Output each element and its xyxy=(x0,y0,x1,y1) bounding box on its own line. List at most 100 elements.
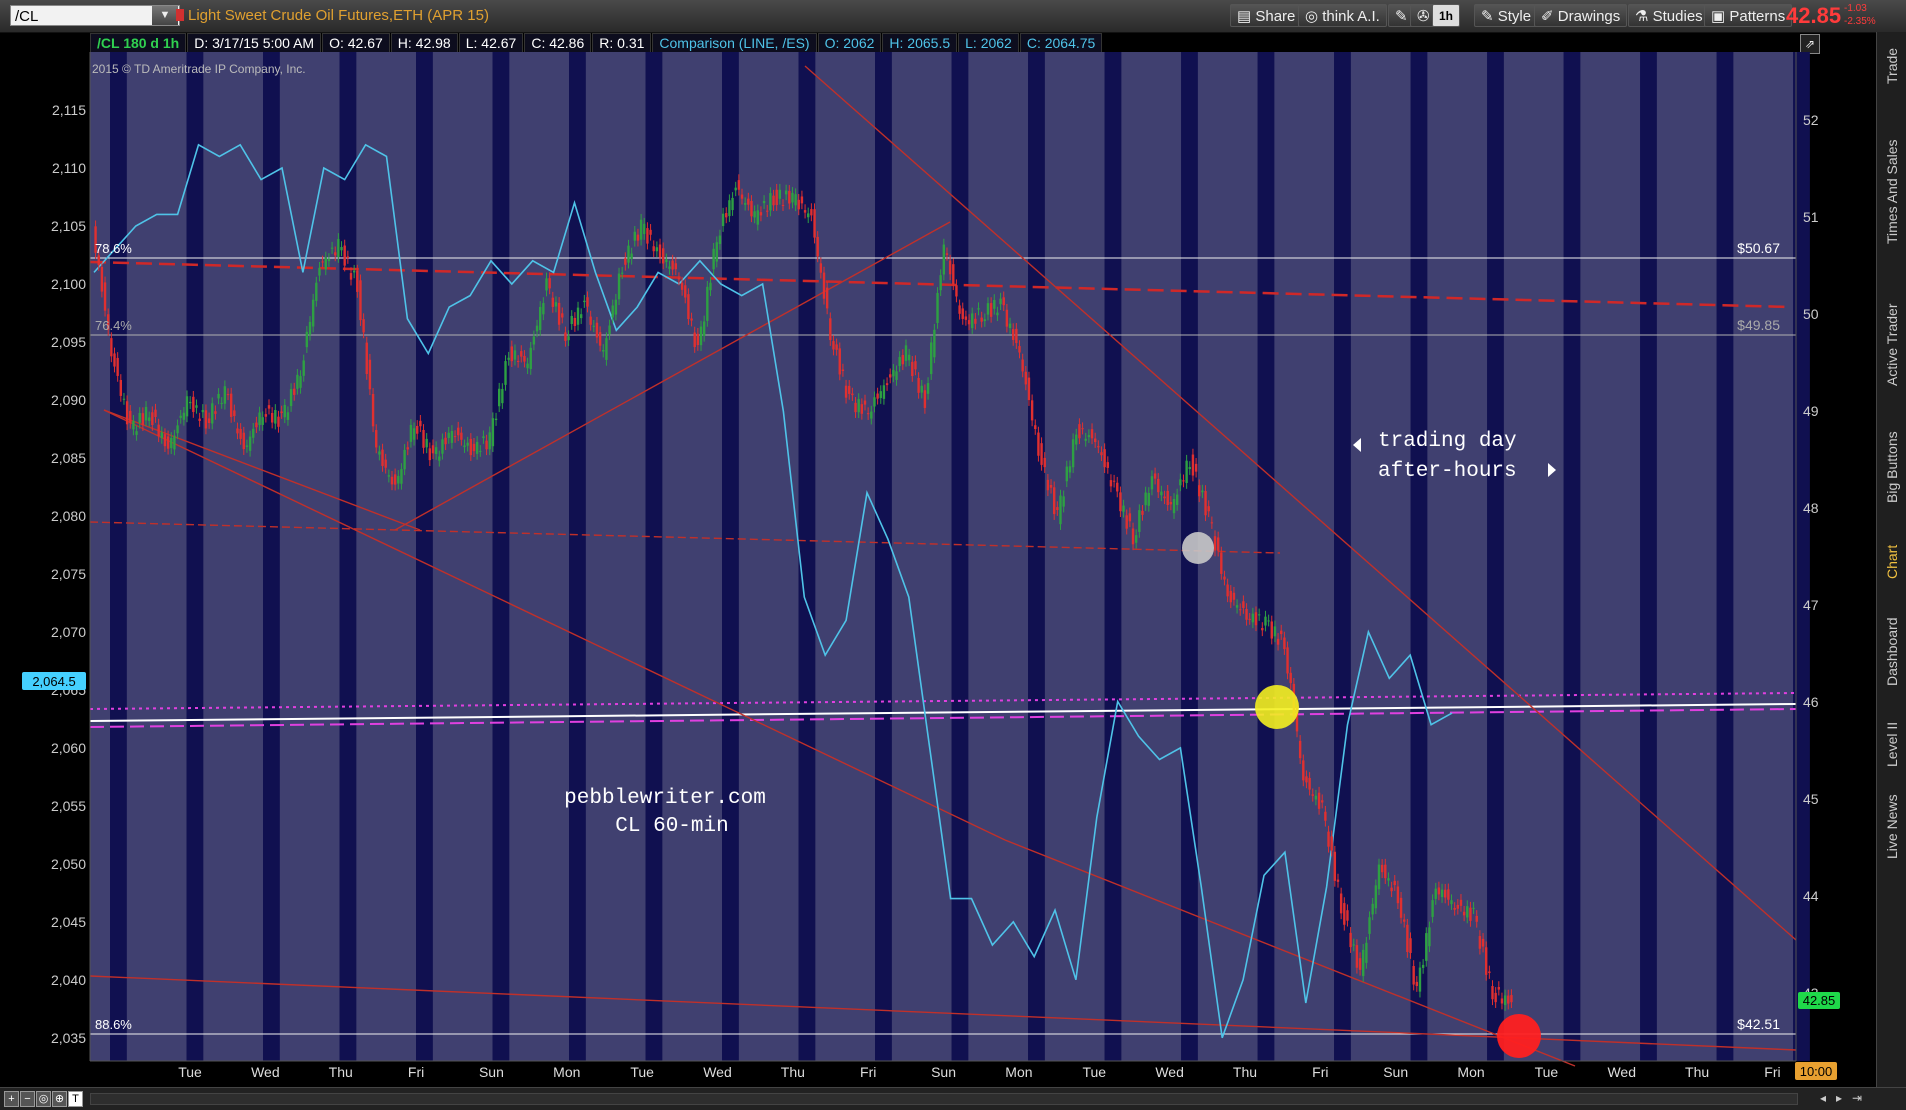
candle-body xyxy=(715,242,718,262)
candle-body xyxy=(567,336,570,341)
after-hours-band xyxy=(263,52,280,1061)
candle-body xyxy=(425,438,428,448)
candle-body xyxy=(356,270,359,292)
tab-times-and-sales[interactable]: Times And Sales xyxy=(1879,112,1905,272)
candle-body xyxy=(147,417,151,421)
candle-body xyxy=(750,200,753,217)
candle-body xyxy=(1147,492,1150,506)
candle-body xyxy=(296,374,299,389)
candle-body xyxy=(188,401,192,404)
tab-live-news[interactable]: Live News xyxy=(1879,787,1905,867)
candle-body xyxy=(545,278,548,291)
candle-body xyxy=(564,332,567,341)
candle-body xyxy=(1478,936,1482,949)
tab-big-buttons[interactable]: Big Buttons xyxy=(1879,412,1905,522)
candle-body xyxy=(384,459,387,468)
chart-id-label[interactable]: /CL 180 d 1h xyxy=(90,33,187,54)
candle-body xyxy=(939,275,942,291)
gray-marker xyxy=(1182,532,1214,564)
session-shading xyxy=(90,52,1810,1061)
candle-body xyxy=(630,253,633,259)
left-price-marker-box xyxy=(22,672,86,690)
candle-body xyxy=(1368,917,1371,934)
candle-body xyxy=(759,212,763,216)
candle-body xyxy=(195,405,198,408)
scroll-left-button[interactable]: ◂ xyxy=(1820,1091,1826,1105)
candle-body xyxy=(1182,480,1185,482)
candle-body xyxy=(204,410,208,429)
zoom-fit-button[interactable]: ◎ xyxy=(36,1091,51,1107)
candle-body xyxy=(252,428,255,438)
after-hours-band xyxy=(186,52,204,1061)
candle-body xyxy=(1160,491,1163,496)
candle-body xyxy=(1005,309,1009,327)
left-tick-label: 2,110 xyxy=(52,160,86,176)
after-hours-band xyxy=(722,52,739,1061)
price-chart[interactable]: 2,115 2,110 2,105 2,100 2,095 2,090 2,085 2,080… xyxy=(0,0,1906,1109)
symbol-dropdown-button[interactable]: ▼ xyxy=(152,6,178,25)
interval-selector[interactable]: 1h xyxy=(1432,4,1461,27)
candle-body xyxy=(258,412,261,426)
candle-body xyxy=(983,319,987,322)
comparison-label[interactable]: Comparison (LINE, /ES) xyxy=(652,33,817,54)
studies-button[interactable]: ⚗ Studies xyxy=(1628,4,1710,27)
candle-body xyxy=(1466,906,1469,918)
candle-body xyxy=(620,272,624,274)
tab-chart[interactable]: Chart xyxy=(1879,534,1905,589)
style-button[interactable]: ✎ Style xyxy=(1474,4,1539,27)
candle-body xyxy=(362,319,365,333)
candle-body xyxy=(280,411,283,414)
candle-body xyxy=(684,285,687,298)
zoom-in-button[interactable]: + xyxy=(4,1091,19,1107)
candle-body xyxy=(242,432,245,450)
left-tick-label: 2,090 xyxy=(51,392,86,408)
style-icon: ✎ xyxy=(1481,8,1498,25)
candle-body xyxy=(680,282,684,290)
candle-body xyxy=(592,325,596,327)
think-ai-button[interactable]: ◎ think A.I. xyxy=(1298,4,1387,27)
candle-body xyxy=(1456,904,1460,909)
candle-body xyxy=(157,424,160,437)
scroll-end-button[interactable]: ⇥ xyxy=(1852,1091,1862,1105)
candle-body xyxy=(460,432,463,440)
candle-body xyxy=(841,369,845,371)
x-tick-label: Tue xyxy=(1082,1064,1106,1080)
candle-body xyxy=(1024,371,1028,385)
chart-settings-button[interactable]: ⇗ xyxy=(1800,34,1820,54)
candle-body xyxy=(775,189,778,205)
price-4251-label: $42.51 xyxy=(1737,1016,1780,1032)
share-button[interactable]: ▤ Share xyxy=(1230,4,1303,27)
tab-active-trader[interactable]: Active Trader xyxy=(1879,287,1905,402)
tab-dashboard[interactable]: Dashboard xyxy=(1879,602,1905,702)
candle-body xyxy=(1194,463,1198,472)
candle-body xyxy=(1280,630,1283,635)
candle-body xyxy=(1355,945,1359,968)
right-tick-label: 48 xyxy=(1803,500,1819,516)
cursor-tool-button[interactable]: ⊕ xyxy=(52,1091,67,1107)
candle-body xyxy=(605,338,608,360)
candle-body xyxy=(721,213,725,227)
zoom-out-button[interactable]: − xyxy=(20,1091,35,1107)
tab-trade[interactable]: Trade xyxy=(1879,32,1905,100)
fib-886-label: 88.6% xyxy=(95,1017,132,1032)
candle-body xyxy=(1027,377,1031,401)
drawings-button[interactable]: ✐ Drawings xyxy=(1534,4,1628,27)
minus-icon: − xyxy=(24,1093,31,1105)
price-change: -1.03 xyxy=(1844,3,1867,14)
tab-level-ii[interactable]: Level II xyxy=(1879,712,1905,777)
candle-body xyxy=(870,411,873,419)
text-tool-button[interactable]: T xyxy=(68,1091,83,1107)
candle-body xyxy=(583,300,586,303)
candle-body xyxy=(185,396,189,417)
x-tick-label: Wed xyxy=(1155,1064,1184,1080)
candle-body xyxy=(1103,449,1106,468)
left-tick-label: 2,060 xyxy=(51,740,86,756)
candle-body xyxy=(586,297,589,307)
candle-body xyxy=(523,355,526,362)
horizontal-scrollbar[interactable] xyxy=(90,1093,1798,1105)
candle-body xyxy=(255,422,258,428)
patterns-button[interactable]: ▣ Patterns xyxy=(1704,4,1793,27)
candle-body xyxy=(97,255,100,266)
candle-body xyxy=(822,272,826,299)
scroll-right-button[interactable]: ▸ xyxy=(1836,1091,1842,1105)
